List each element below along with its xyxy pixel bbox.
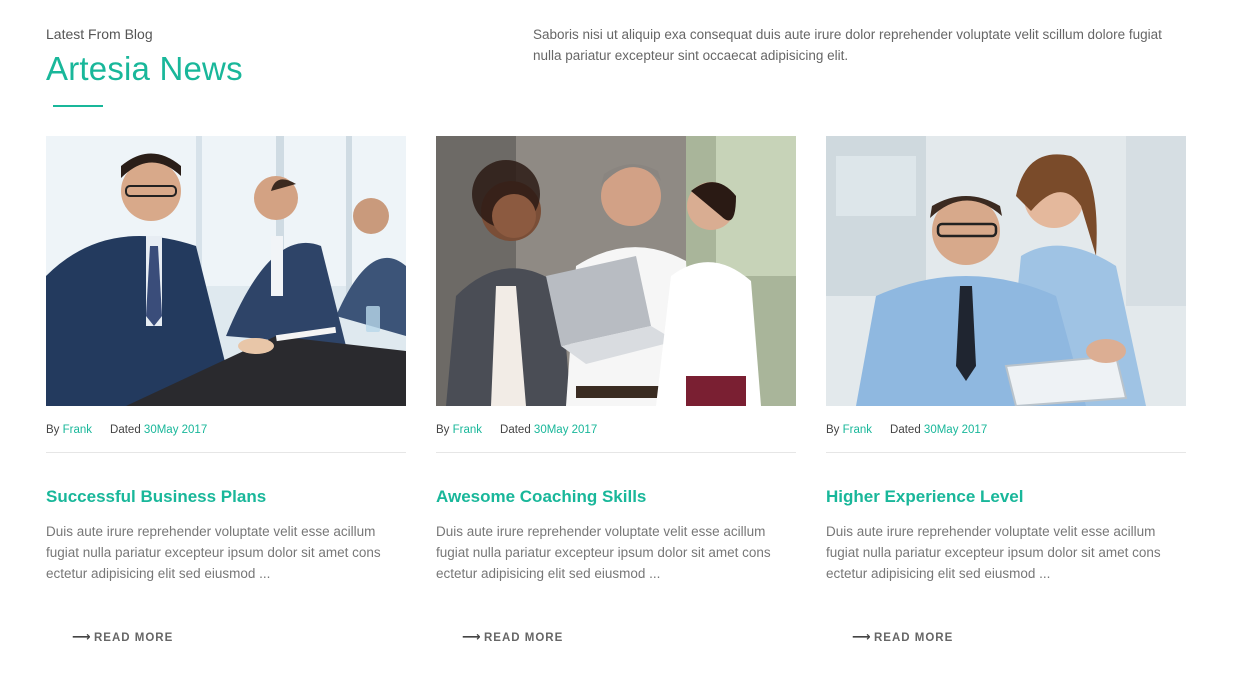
dated-label: Dated — [890, 424, 921, 436]
post-meta: By Frank Dated 30May 2017 — [436, 424, 597, 436]
post-meta: By Frank Dated 30May 2017 — [826, 424, 987, 436]
read-more-button[interactable]: ⟶ READ MORE — [72, 629, 173, 645]
post-date[interactable]: 30May 2017 — [924, 424, 987, 436]
read-more-label: READ MORE — [874, 632, 954, 644]
post-date[interactable]: 30May 2017 — [534, 424, 597, 436]
post-excerpt: Duis aute irure reprehender voluptate ve… — [436, 524, 771, 581]
by-label: By — [826, 424, 840, 436]
meta-divider — [46, 452, 406, 453]
author-link[interactable]: Frank — [843, 424, 872, 436]
long-arrow-right-icon: ⟶ — [852, 629, 872, 644]
title-underline — [53, 105, 103, 107]
post-title-link[interactable]: Awesome Coaching Skills — [436, 487, 646, 507]
experience-photo — [826, 136, 1186, 406]
dated-label: Dated — [110, 424, 141, 436]
read-more-button[interactable]: ⟶ READ MORE — [462, 629, 563, 645]
blog-post-card: By Frank Dated 30May 2017 Awesome Coachin… — [436, 136, 796, 656]
coaching-photo — [436, 136, 796, 406]
read-more-label: READ MORE — [484, 632, 564, 644]
by-label: By — [46, 424, 60, 436]
read-more-label: READ MORE — [94, 632, 174, 644]
meeting-photo — [46, 136, 406, 406]
blog-section-header: Latest From Blog Artesia News Saboris ni… — [46, 0, 1186, 120]
post-thumbnail[interactable] — [436, 136, 796, 406]
post-date[interactable]: 30May 2017 — [144, 424, 207, 436]
author-link[interactable]: Frank — [63, 424, 92, 436]
post-thumbnail[interactable] — [46, 136, 406, 406]
read-more-button[interactable]: ⟶ READ MORE — [852, 629, 953, 645]
long-arrow-right-icon: ⟶ — [72, 629, 92, 644]
post-meta: By Frank Dated 30May 2017 — [46, 424, 207, 436]
post-excerpt: Duis aute irure reprehender voluptate ve… — [46, 524, 381, 581]
by-label: By — [436, 424, 450, 436]
blog-post-grid: By Frank Dated 30May 2017 Successful Busi… — [46, 136, 1186, 676]
meta-divider — [826, 452, 1186, 453]
post-thumbnail[interactable] — [826, 136, 1186, 406]
dated-label: Dated — [500, 424, 531, 436]
meta-divider — [436, 452, 796, 453]
section-eyebrow: Latest From Blog — [46, 26, 153, 42]
post-title-link[interactable]: Successful Business Plans — [46, 487, 266, 507]
post-title-link[interactable]: Higher Experience Level — [826, 487, 1023, 507]
blog-post-card: By Frank Dated 30May 2017 Higher Experien… — [826, 136, 1186, 656]
section-title: Artesia News — [46, 50, 243, 87]
blog-post-card: By Frank Dated 30May 2017 Successful Busi… — [46, 136, 406, 656]
author-link[interactable]: Frank — [453, 424, 482, 436]
long-arrow-right-icon: ⟶ — [462, 629, 482, 644]
section-intro: Saboris nisi ut aliquip exa consequat du… — [533, 27, 1162, 63]
post-excerpt: Duis aute irure reprehender voluptate ve… — [826, 524, 1161, 581]
